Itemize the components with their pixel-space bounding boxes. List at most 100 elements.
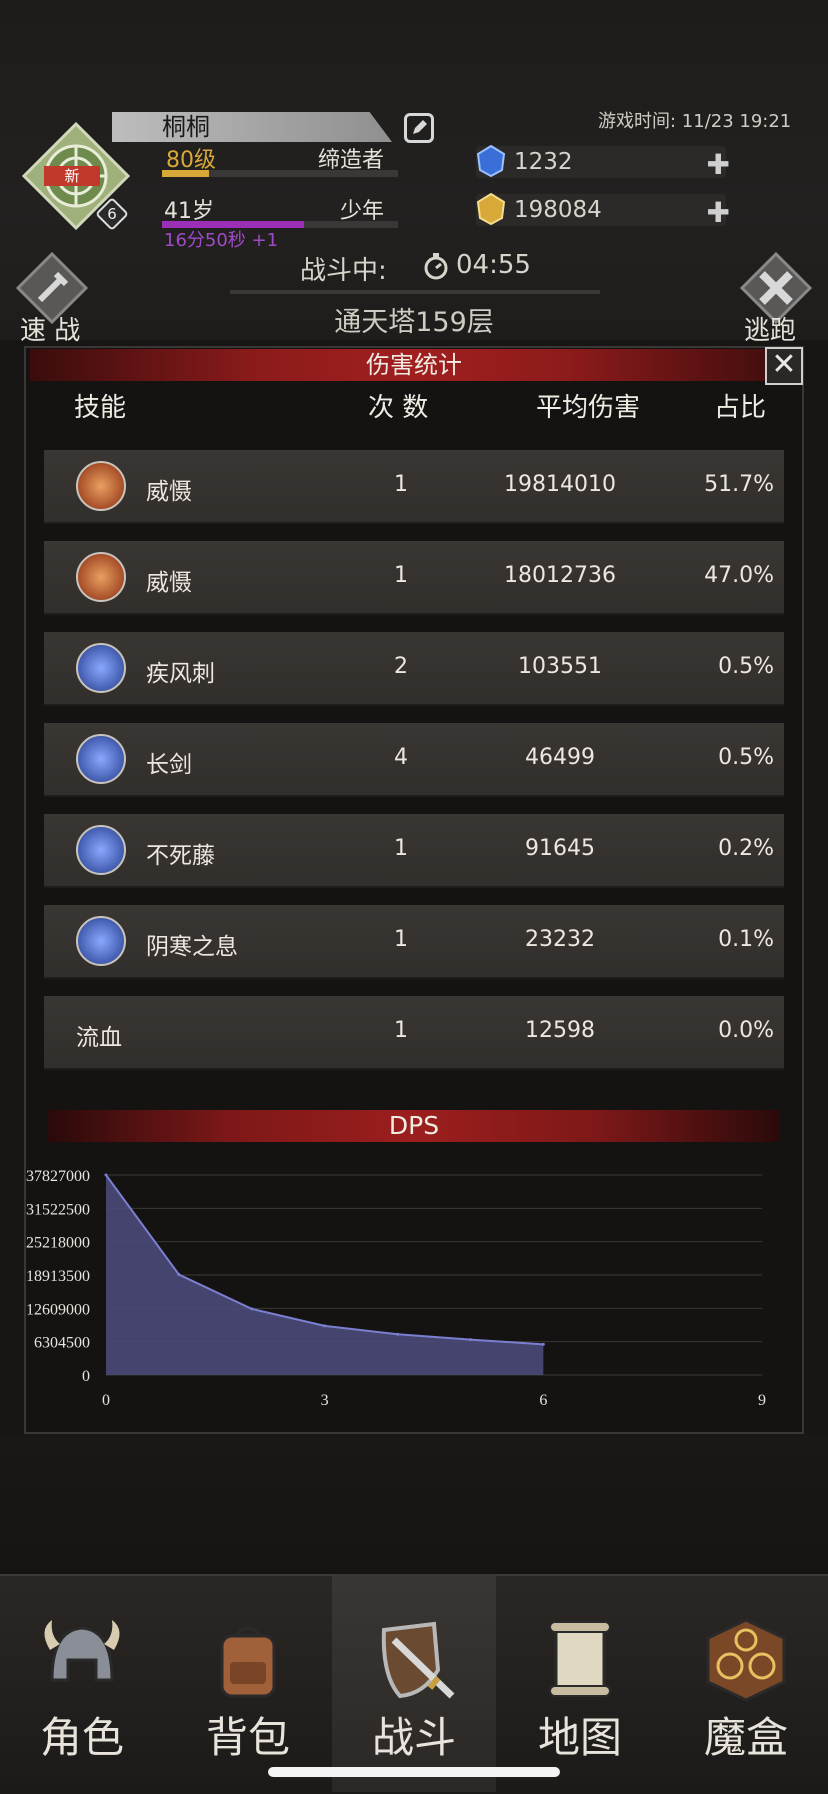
y-tick-label: 0 (82, 1368, 90, 1385)
nav-label: 战斗 (371, 1713, 456, 1762)
skill-count: 1 (394, 836, 408, 861)
skill-share: 0.2% (718, 836, 774, 861)
helmet-icon (44, 1620, 120, 1682)
shield-sword-icon (381, 1621, 455, 1699)
skill-name: 威慑 (146, 479, 192, 505)
skill-count: 1 (394, 1018, 408, 1043)
fire-icon (76, 552, 126, 602)
skill-count: 1 (394, 927, 408, 952)
nav-label: 角色 (39, 1713, 124, 1762)
nav-label: 背包 (205, 1713, 290, 1762)
nav-backpack[interactable]: 背包 (166, 1574, 330, 1792)
dps-chart: 37827000 31522500 25218000 18913500 12609000… (26, 1168, 766, 1409)
header-avg-damage: 平均伤害 (536, 393, 641, 423)
dps-point (468, 1338, 472, 1342)
sword-icon (76, 734, 126, 784)
skill-name: 疾风刺 (146, 661, 215, 687)
battle-status: 战斗中: (300, 256, 387, 286)
table-row: 威慑 1 18012736 47.0% (44, 541, 784, 615)
skill-share: 51.7% (704, 472, 774, 497)
edit-name-button[interactable] (404, 113, 434, 143)
skill-name: 阴寒之息 (146, 934, 238, 960)
skill-avg-damage: 19814010 (504, 472, 616, 497)
skill-count: 1 (394, 472, 408, 497)
home-indicator[interactable] (268, 1767, 560, 1777)
backpack-icon (220, 1626, 276, 1698)
skill-name: 长剑 (146, 752, 192, 778)
skill-share: 47.0% (704, 563, 774, 588)
dps-point (323, 1324, 327, 1328)
skill-share: 0.5% (718, 654, 774, 679)
age-timer: 16分50秒 +1 (164, 230, 279, 251)
skill-name: 不死藤 (146, 843, 215, 869)
nav-map[interactable]: 地图 (498, 1574, 662, 1792)
skill-avg-damage: 46499 (525, 745, 595, 770)
dps-point (177, 1273, 181, 1277)
skill-avg-damage: 91645 (525, 836, 595, 861)
add-gold-button[interactable]: ✚ (707, 196, 730, 229)
close-button[interactable]: ✕ (765, 347, 803, 385)
skill-share: 0.5% (718, 745, 774, 770)
add-gems-button[interactable]: ✚ (707, 148, 730, 181)
dps-point (541, 1342, 545, 1346)
dps-point (396, 1332, 400, 1336)
y-tick-label: 37827000 (26, 1168, 90, 1185)
nav-label: 魔盒 (703, 1713, 788, 1762)
y-tick-label: 18913500 (26, 1268, 90, 1285)
x-tick-label: 9 (758, 1392, 766, 1409)
panel-title: 伤害统计 (30, 349, 798, 381)
table-row: 流血 1 12598 0.0% (44, 996, 784, 1070)
fire-icon (76, 461, 126, 511)
y-tick-label: 6304500 (34, 1335, 90, 1352)
skill-share: 0.0% (718, 1018, 774, 1043)
dps-point (250, 1307, 254, 1311)
y-tick-label: 25218000 (26, 1235, 90, 1252)
y-tick-label: 12609000 (26, 1301, 90, 1318)
triple-arrow-icon (76, 643, 126, 693)
header-share: 占比 (714, 393, 767, 423)
nav-battle[interactable]: 战斗 (332, 1574, 496, 1792)
table-row: 阴寒之息 1 23232 0.1% (44, 905, 784, 979)
level-progress-bar (162, 170, 398, 177)
skill-share: 0.1% (718, 927, 774, 952)
skill-count: 2 (394, 654, 408, 679)
frost-breath-icon (76, 916, 126, 966)
skill-avg-damage: 18012736 (504, 563, 616, 588)
table-row: 威慑 1 19814010 51.7% (44, 450, 784, 524)
new-badge: 新 (44, 166, 100, 186)
skill-count: 4 (394, 745, 408, 770)
skill-name: 流血 (76, 1025, 122, 1051)
skill-avg-damage: 12598 (525, 1018, 595, 1043)
skill-avg-damage: 23232 (525, 927, 595, 952)
skill-count: 1 (394, 563, 408, 588)
magic-box-icon (706, 1618, 786, 1702)
header-skill: 技能 (74, 393, 127, 423)
x-tick-label: 0 (102, 1392, 110, 1409)
nav-label: 地图 (537, 1713, 622, 1762)
y-tick-label: 31522500 (26, 1201, 90, 1218)
skill-name: 威慑 (146, 570, 192, 596)
dps-point (104, 1173, 108, 1177)
scroll-map-icon (549, 1621, 611, 1697)
nav-character[interactable]: 角色 (0, 1574, 164, 1792)
x-tick-label: 6 (539, 1392, 547, 1409)
game-time: 游戏时间: 11/23 19:21 (598, 111, 792, 132)
stopwatch-icon (424, 253, 448, 280)
header-count: 次 数 (368, 393, 429, 423)
floor-title: 通天塔159层 (334, 307, 494, 338)
battle-countdown: 04:55 (456, 250, 531, 280)
battle-divider (230, 290, 600, 294)
table-row: 长剑 4 46499 0.5% (44, 723, 784, 797)
portrait-level: 6 (107, 205, 117, 223)
gold-ingot-icon (476, 192, 506, 226)
skill-avg-damage: 103551 (518, 654, 602, 679)
gold-counter: 198084 ✚ (476, 192, 730, 229)
nav-magic-box[interactable]: 魔盒 (664, 1574, 828, 1792)
pencil-icon (413, 120, 427, 134)
x-tick-label: 3 (321, 1392, 329, 1409)
dps-title: DPS (48, 1110, 780, 1142)
player-name: 桐桐 (112, 112, 392, 142)
gem-count: 1232 (514, 149, 573, 175)
table-row: 不死藤 1 91645 0.2% (44, 814, 784, 888)
vine-icon (76, 825, 126, 875)
